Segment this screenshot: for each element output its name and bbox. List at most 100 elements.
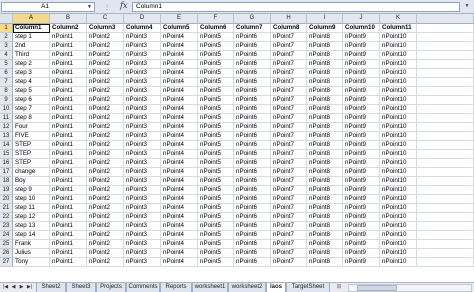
table-cell[interactable]: nPoint10 <box>380 249 417 258</box>
table-cell[interactable]: nPoint2 <box>87 231 124 240</box>
table-cell[interactable]: nPoint6 <box>234 249 271 258</box>
table-cell[interactable]: nPoint8 <box>307 159 343 168</box>
table-cell[interactable]: nPoint6 <box>234 42 271 51</box>
table-cell[interactable]: nPoint6 <box>234 51 271 60</box>
table-cell[interactable] <box>417 24 474 33</box>
scrollbar-thumb[interactable] <box>357 285 397 291</box>
table-cell[interactable]: nPoint4 <box>161 240 198 249</box>
header-cell[interactable]: Column10 <box>343 24 380 33</box>
table-cell[interactable]: nPoint8 <box>307 78 343 87</box>
row-header[interactable]: 24 <box>0 231 13 240</box>
table-cell[interactable]: nPoint2 <box>87 60 124 69</box>
table-cell[interactable]: nPoint5 <box>198 240 234 249</box>
table-cell[interactable]: nPoint7 <box>271 168 307 177</box>
table-cell[interactable]: nPoint10 <box>380 258 417 267</box>
table-cell[interactable]: nPoint1 <box>50 132 87 141</box>
table-cell[interactable]: nPoint10 <box>380 42 417 51</box>
table-cell[interactable]: nPoint5 <box>198 195 234 204</box>
table-cell[interactable]: nPoint2 <box>87 132 124 141</box>
table-cell[interactable]: nPoint9 <box>343 114 380 123</box>
table-cell[interactable]: nPoint10 <box>380 150 417 159</box>
table-cell[interactable] <box>417 168 474 177</box>
table-cell[interactable]: nPoint4 <box>161 51 198 60</box>
table-cell[interactable]: nPoint7 <box>271 249 307 258</box>
table-cell[interactable]: nPoint7 <box>271 231 307 240</box>
table-cell[interactable]: nPoint4 <box>161 231 198 240</box>
table-cell[interactable]: nPoint8 <box>307 51 343 60</box>
table-cell[interactable]: nPoint3 <box>124 78 161 87</box>
table-cell[interactable]: nPoint1 <box>50 231 87 240</box>
table-cell[interactable] <box>417 150 474 159</box>
table-cell[interactable]: nPoint9 <box>343 150 380 159</box>
table-cell[interactable]: FIVE <box>13 132 50 141</box>
table-cell[interactable]: nPoint7 <box>271 96 307 105</box>
column-header-b[interactable]: B <box>50 14 87 24</box>
row-header[interactable]: 20 <box>0 195 13 204</box>
table-cell[interactable]: nPoint4 <box>161 186 198 195</box>
table-cell[interactable]: nPoint9 <box>343 240 380 249</box>
row-header[interactable]: 22 <box>0 213 13 222</box>
table-cell[interactable]: nPoint1 <box>50 168 87 177</box>
table-cell[interactable]: nPoint1 <box>50 150 87 159</box>
table-cell[interactable]: Third <box>13 51 50 60</box>
table-cell[interactable]: nPoint3 <box>124 114 161 123</box>
name-box[interactable]: A1 ▼ <box>1 2 95 12</box>
table-cell[interactable]: nPoint5 <box>198 42 234 51</box>
table-cell[interactable]: nPoint6 <box>234 150 271 159</box>
table-cell[interactable]: nPoint1 <box>50 42 87 51</box>
table-cell[interactable]: nPoint2 <box>87 258 124 267</box>
table-cell[interactable]: nPoint4 <box>161 60 198 69</box>
table-cell[interactable]: nPoint6 <box>234 222 271 231</box>
table-cell[interactable]: nPoint1 <box>50 258 87 267</box>
row-header[interactable]: 23 <box>0 222 13 231</box>
table-cell[interactable]: nPoint8 <box>307 186 343 195</box>
table-cell[interactable] <box>417 186 474 195</box>
table-cell[interactable]: nPoint7 <box>271 258 307 267</box>
table-cell[interactable]: nPoint1 <box>50 204 87 213</box>
table-cell[interactable]: nPoint2 <box>87 33 124 42</box>
table-cell[interactable]: nPoint3 <box>124 240 161 249</box>
table-cell[interactable] <box>417 78 474 87</box>
table-cell[interactable]: nPoint7 <box>271 186 307 195</box>
table-cell[interactable]: nPoint3 <box>124 177 161 186</box>
table-cell[interactable]: nPoint6 <box>234 69 271 78</box>
table-cell[interactable]: nPoint3 <box>124 123 161 132</box>
table-cell[interactable]: nPoint8 <box>307 114 343 123</box>
row-header[interactable]: 15 <box>0 150 13 159</box>
table-cell[interactable]: nPoint3 <box>124 60 161 69</box>
table-cell[interactable]: nPoint1 <box>50 213 87 222</box>
table-cell[interactable]: nPoint9 <box>343 60 380 69</box>
table-cell[interactable] <box>417 114 474 123</box>
column-header-j[interactable]: J <box>343 14 380 24</box>
table-cell[interactable] <box>417 240 474 249</box>
table-cell[interactable]: nPoint5 <box>198 150 234 159</box>
table-cell[interactable]: nPoint7 <box>271 240 307 249</box>
table-cell[interactable] <box>417 141 474 150</box>
table-cell[interactable]: nPoint5 <box>198 51 234 60</box>
table-cell[interactable]: nPoint8 <box>307 195 343 204</box>
horizontal-scrollbar[interactable] <box>348 284 472 292</box>
table-cell[interactable]: nPoint6 <box>234 186 271 195</box>
row-header[interactable]: 21 <box>0 204 13 213</box>
table-cell[interactable]: nPoint5 <box>198 159 234 168</box>
row-header[interactable]: 27 <box>0 258 13 267</box>
table-cell[interactable]: nPoint6 <box>234 33 271 42</box>
table-cell[interactable]: nPoint1 <box>50 69 87 78</box>
table-cell[interactable]: nPoint2 <box>87 51 124 60</box>
table-cell[interactable]: nPoint2 <box>87 78 124 87</box>
table-cell[interactable]: nPoint10 <box>380 231 417 240</box>
table-cell[interactable]: nPoint10 <box>380 159 417 168</box>
table-cell[interactable]: nPoint2 <box>87 42 124 51</box>
table-cell[interactable]: nPoint4 <box>161 96 198 105</box>
table-cell[interactable]: nPoint9 <box>343 69 380 78</box>
table-cell[interactable]: nPoint3 <box>124 231 161 240</box>
insert-function-icon[interactable]: fx <box>120 1 127 10</box>
table-cell[interactable]: nPoint3 <box>124 33 161 42</box>
table-cell[interactable]: nPoint9 <box>343 249 380 258</box>
table-cell[interactable]: nPoint9 <box>343 105 380 114</box>
table-cell[interactable]: nPoint3 <box>124 213 161 222</box>
table-cell[interactable]: step 10 <box>13 195 50 204</box>
table-cell[interactable]: nPoint7 <box>271 159 307 168</box>
row-header[interactable]: 11 <box>0 114 13 123</box>
table-cell[interactable]: nPoint8 <box>307 213 343 222</box>
